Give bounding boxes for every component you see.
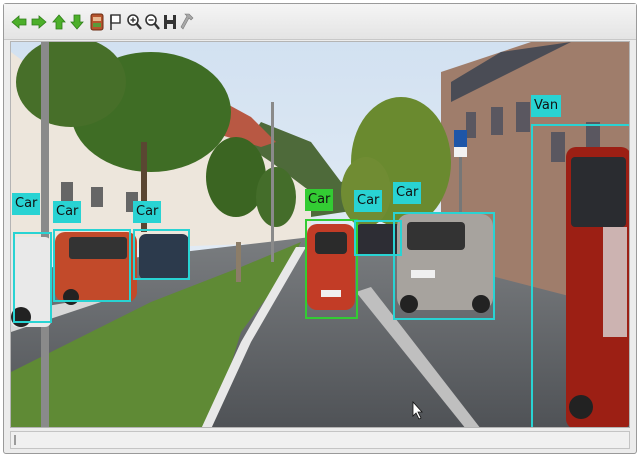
bbox-van-1-label: Van [531, 95, 562, 117]
fit-icon[interactable] [162, 11, 178, 33]
bbox-car-1[interactable] [13, 232, 52, 323]
bbox-car-5-label: Car [354, 190, 383, 212]
bbox-car-2-label: Car [53, 201, 82, 223]
arrow-left-icon[interactable] [11, 11, 27, 33]
zoom-out-icon[interactable] [144, 11, 160, 33]
wrench-icon[interactable] [179, 11, 195, 33]
arrow-up-icon[interactable] [51, 11, 67, 33]
database-icon[interactable] [89, 11, 105, 33]
arrow-right-icon[interactable] [31, 11, 47, 33]
flag-icon[interactable] [108, 11, 124, 33]
status-bar [10, 431, 630, 449]
arrow-down-icon[interactable] [69, 11, 85, 33]
toolbar [4, 4, 636, 40]
bbox-car-1-label: Car [12, 193, 41, 215]
bbox-car-4-label: Car [305, 189, 334, 211]
bbox-car-3-label: Car [133, 201, 162, 223]
bbox-car-4-selected[interactable] [305, 219, 358, 319]
bbox-van-1[interactable] [531, 124, 629, 427]
bbox-car-3[interactable] [133, 229, 190, 280]
bbox-car-2[interactable] [53, 229, 131, 302]
bbox-car-6-label: Car [393, 182, 422, 204]
image-viewport[interactable]: Car Car Car Car Car Car Van [10, 41, 630, 428]
status-grip-icon [14, 435, 16, 445]
annotation-window: Car Car Car Car Car Car Van [3, 3, 637, 454]
bbox-car-6[interactable] [393, 212, 495, 320]
zoom-in-icon[interactable] [126, 11, 142, 33]
